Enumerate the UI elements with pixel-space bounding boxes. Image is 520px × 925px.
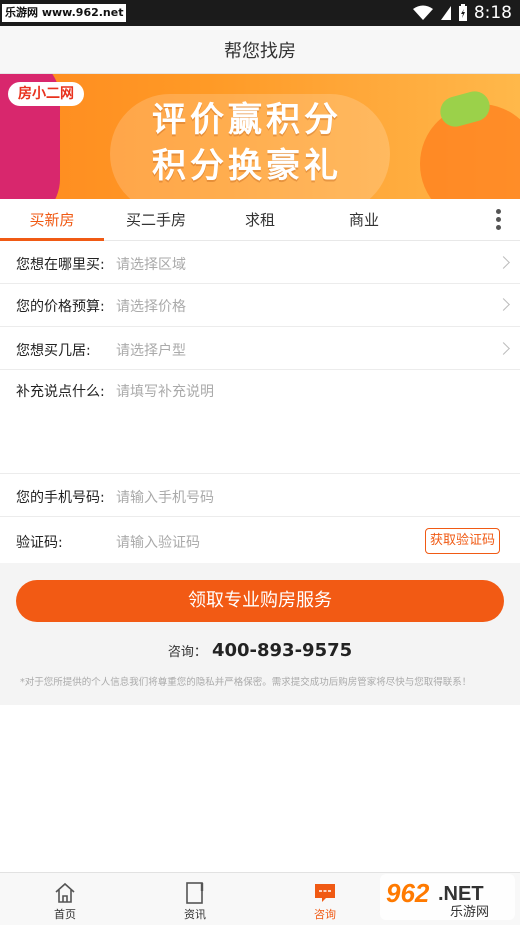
budget-row[interactable]: 您的价格预算: 请选择价格 <box>0 284 520 327</box>
category-tabs: 买新房 买二手房 求租 商业 <box>0 199 520 241</box>
watermark-net: .NET <box>438 883 484 905</box>
banner-subheadline: 积分换豪礼 <box>152 146 342 186</box>
home-icon <box>55 882 75 903</box>
submit-button[interactable]: 领取专业购房服务 <box>16 580 504 622</box>
nav-news[interactable]: 资讯 <box>155 873 235 925</box>
nav-news-label: 资讯 <box>184 908 206 921</box>
status-bar: 乐游网 www.962.net 8:18 <box>0 0 520 26</box>
phone-row: 您的手机号码: 请输入手机号码 <box>0 474 520 517</box>
tab-rent[interactable]: 求租 <box>208 199 312 241</box>
more-options-icon[interactable] <box>490 208 506 232</box>
layout-row[interactable]: 您想买几居: 请选择户型 <box>0 327 520 370</box>
code-row: 验证码: 请输入验证码 获取验证码 <box>0 517 520 563</box>
promo-banner[interactable]: 房小二网 评价赢积分 积分换豪礼 <box>0 74 520 199</box>
consult-line: 咨询： 400-893-9575 <box>0 640 520 661</box>
code-input[interactable]: 请输入验证码 <box>116 532 200 552</box>
layout-select[interactable]: 请选择户型 <box>116 340 186 360</box>
watermark-962: 962 <box>386 878 430 908</box>
privacy-notice: *对于您所提供的个人信息我们将尊重您的隐私并严格保密。需求提交成功后购房管家将尽… <box>20 677 472 688</box>
site-watermark: 962 .NET 乐游网 <box>380 874 515 920</box>
code-label: 验证码: <box>16 535 63 551</box>
signal-icon <box>440 6 451 20</box>
region-label: 您想在哪里买: <box>16 257 105 273</box>
chevron-right-icon <box>497 256 510 269</box>
brand-logo: 房小二网 <box>8 82 84 106</box>
tab-commercial[interactable]: 商业 <box>312 199 416 241</box>
nav-home[interactable]: 首页 <box>25 873 105 925</box>
remarks-label: 补充说点什么: <box>16 384 105 400</box>
tab-buy-new[interactable]: 买新房 <box>0 199 104 241</box>
clock: 8:18 <box>473 3 512 23</box>
remarks-textarea[interactable]: 请填写补充说明 <box>116 381 214 401</box>
document-icon <box>186 882 204 904</box>
watermark-label: 乐游网 www.962.net <box>2 4 127 22</box>
get-code-button[interactable]: 获取验证码 <box>425 528 500 554</box>
watermark-cn: 乐游网 <box>450 905 489 920</box>
chevron-right-icon <box>497 342 510 355</box>
phone-input[interactable]: 请输入手机号码 <box>116 487 214 507</box>
page-title: 帮您找房 <box>224 40 296 62</box>
phone-label: 您的手机号码: <box>16 490 105 506</box>
remarks-row: 补充说点什么: 请填写补充说明 <box>0 370 520 474</box>
budget-label: 您的价格预算: <box>16 299 105 315</box>
active-tab-indicator <box>0 238 104 241</box>
status-icons: 8:18 <box>412 3 512 23</box>
nav-home-label: 首页 <box>54 908 76 921</box>
banner-headline: 评价赢积分 <box>152 100 342 140</box>
wifi-icon <box>412 5 433 20</box>
tab-buy-second-hand[interactable]: 买二手房 <box>104 199 208 241</box>
nav-consult[interactable]: 咨询 <box>285 873 365 925</box>
chat-icon <box>315 884 335 902</box>
region-row[interactable]: 您想在哪里买: 请选择区域 <box>0 242 520 284</box>
chevron-right-icon <box>497 298 510 311</box>
nav-consult-label: 咨询 <box>314 908 336 921</box>
budget-select[interactable]: 请选择价格 <box>116 296 186 316</box>
consult-phone-link[interactable]: 400-893-9575 <box>212 640 352 661</box>
title-bar: 帮您找房 <box>0 26 520 74</box>
consult-label: 咨询： <box>167 645 207 660</box>
region-select[interactable]: 请选择区域 <box>116 254 186 274</box>
layout-label: 您想买几居: <box>16 343 91 359</box>
battery-icon <box>458 4 467 21</box>
